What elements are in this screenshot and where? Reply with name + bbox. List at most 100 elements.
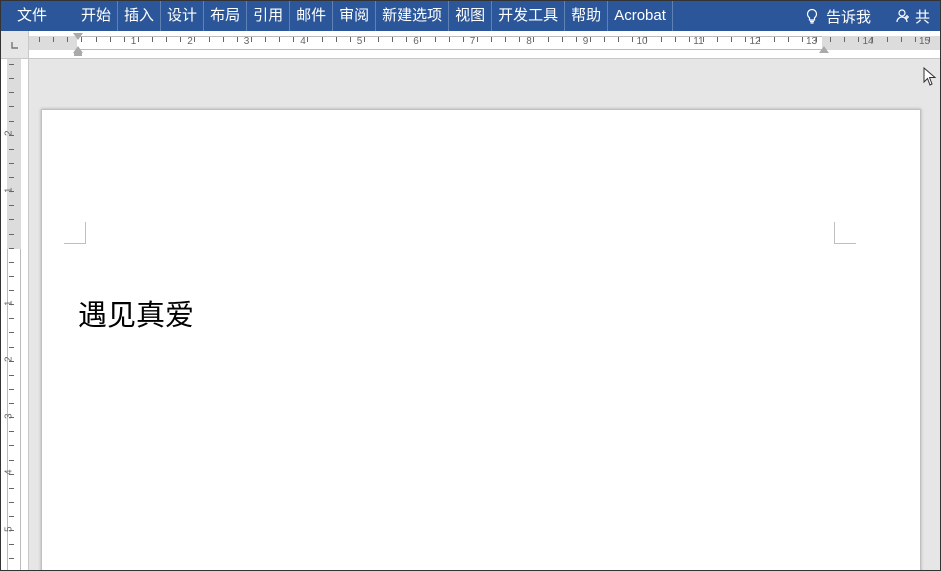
tab-selector[interactable] <box>1 31 29 59</box>
ruler-tick <box>9 64 14 65</box>
ruler-label: 10 <box>636 36 647 47</box>
ruler-tick <box>9 488 14 489</box>
ruler-tick <box>265 37 266 42</box>
tab-mail[interactable]: 邮件 <box>290 1 333 31</box>
ruler-tick <box>9 276 14 277</box>
ruler-tick <box>81 37 82 42</box>
right-indent-marker[interactable] <box>819 46 829 53</box>
ruler-label: 13 <box>806 36 817 47</box>
mouse-cursor-icon <box>922 67 938 87</box>
ruler-tick <box>435 37 436 42</box>
ribbon-bar: 文件 开始 插入 设计 布局 引用 邮件 审阅 新建选项 视图 开发工具 帮助 … <box>1 1 940 31</box>
ruler-tick <box>110 37 111 42</box>
ruler-tick <box>209 37 210 42</box>
ruler-tick <box>307 37 308 42</box>
ruler-label: 3 <box>244 36 250 47</box>
ruler-tick <box>802 37 803 42</box>
ruler-label: 12 <box>749 36 760 47</box>
tab-file[interactable]: 文件 <box>1 1 63 31</box>
ruler-label: 1 <box>4 187 15 193</box>
ruler-tick <box>9 248 14 249</box>
ruler-tick <box>858 37 859 42</box>
ruler-tick <box>9 544 14 545</box>
tab-view[interactable]: 视图 <box>449 1 492 31</box>
ruler-label: 6 <box>413 36 419 47</box>
ruler-tick <box>9 106 14 107</box>
ruler-label: 14 <box>862 36 873 47</box>
tab-insert[interactable]: 插入 <box>118 1 161 31</box>
ruler-tick <box>9 163 14 164</box>
ruler-tick <box>9 445 14 446</box>
ruler-tick <box>901 37 902 42</box>
ruler-tick <box>675 37 676 42</box>
share-label: 共 <box>915 6 930 27</box>
ruler-tick <box>336 37 337 42</box>
ruler-tick <box>166 37 167 42</box>
tab-home[interactable]: 开始 <box>75 1 118 31</box>
ruler-tick <box>9 375 14 376</box>
ruler-label: 1 <box>131 36 137 47</box>
tab-help[interactable]: 帮助 <box>565 1 608 31</box>
tab-review[interactable]: 审阅 <box>333 1 376 31</box>
share-button[interactable]: 共 <box>889 6 936 27</box>
ruler-tick <box>279 37 280 42</box>
ruler-tick <box>844 37 845 42</box>
ruler-label: 5 <box>4 526 15 532</box>
ruler-tick <box>533 37 534 42</box>
ruler-tick <box>223 37 224 42</box>
ruler-tick <box>39 37 40 42</box>
ruler-tick <box>9 502 14 503</box>
ruler-tick <box>9 516 14 517</box>
ruler-label: 2 <box>4 356 15 362</box>
ruler-tick <box>774 37 775 42</box>
ruler-label: 2 <box>187 36 193 47</box>
ruler-tick <box>477 37 478 42</box>
tab-layout[interactable]: 布局 <box>204 1 247 31</box>
horizontal-ruler[interactable]: 123456789101112131415 <box>29 31 940 59</box>
ruler-tick <box>350 37 351 42</box>
ruler-tick <box>67 37 68 42</box>
ruler-label: 15 <box>919 36 930 47</box>
ruler-tick <box>251 37 252 42</box>
page-viewport[interactable]: 遇见真爱 <box>29 59 940 570</box>
ruler-tick <box>9 262 14 263</box>
ruler-tick <box>9 347 14 348</box>
ruler-tick <box>9 149 14 150</box>
ruler-tick <box>9 219 14 220</box>
ruler-tick <box>576 37 577 42</box>
document-page[interactable]: 遇见真爱 <box>41 109 921 570</box>
ruler-tick <box>887 37 888 42</box>
ruler-tick <box>9 460 14 461</box>
tab-design[interactable]: 设计 <box>161 1 204 31</box>
ruler-tick <box>491 37 492 42</box>
ruler-tick <box>378 37 379 42</box>
document-body-text[interactable]: 遇见真爱 <box>78 292 194 334</box>
ruler-label: 8 <box>526 36 532 47</box>
tab-acrobat[interactable]: Acrobat <box>608 1 673 31</box>
ruler-label: 7 <box>470 36 476 47</box>
ruler-tick <box>449 37 450 42</box>
ruler-label: 2 <box>4 130 15 136</box>
ruler-tick <box>180 37 181 42</box>
ruler-tick <box>830 37 831 42</box>
margin-corner-top-right <box>834 222 856 244</box>
ruler-tick <box>9 318 14 319</box>
ruler-tick <box>689 37 690 42</box>
ruler-label: 1 <box>4 300 15 306</box>
ruler-tick <box>9 78 14 79</box>
ruler-label: 11 <box>693 36 703 47</box>
vertical-ruler[interactable]: 2112345 <box>1 59 29 570</box>
ruler-tick <box>915 37 916 42</box>
tab-references[interactable]: 引用 <box>247 1 290 31</box>
ruler-tick <box>9 431 14 432</box>
tab-new-option[interactable]: 新建选项 <box>376 1 449 31</box>
left-indent-marker[interactable] <box>74 52 82 56</box>
ruler-tick <box>9 403 14 404</box>
ruler-label: 4 <box>4 469 15 475</box>
tab-devtools[interactable]: 开发工具 <box>492 1 565 31</box>
tell-me-search[interactable]: 告诉我 <box>794 6 881 27</box>
ruler-tick <box>590 37 591 42</box>
ruler-tick <box>463 37 464 42</box>
ruler-tick <box>604 37 605 42</box>
ruler-tick <box>322 37 323 42</box>
